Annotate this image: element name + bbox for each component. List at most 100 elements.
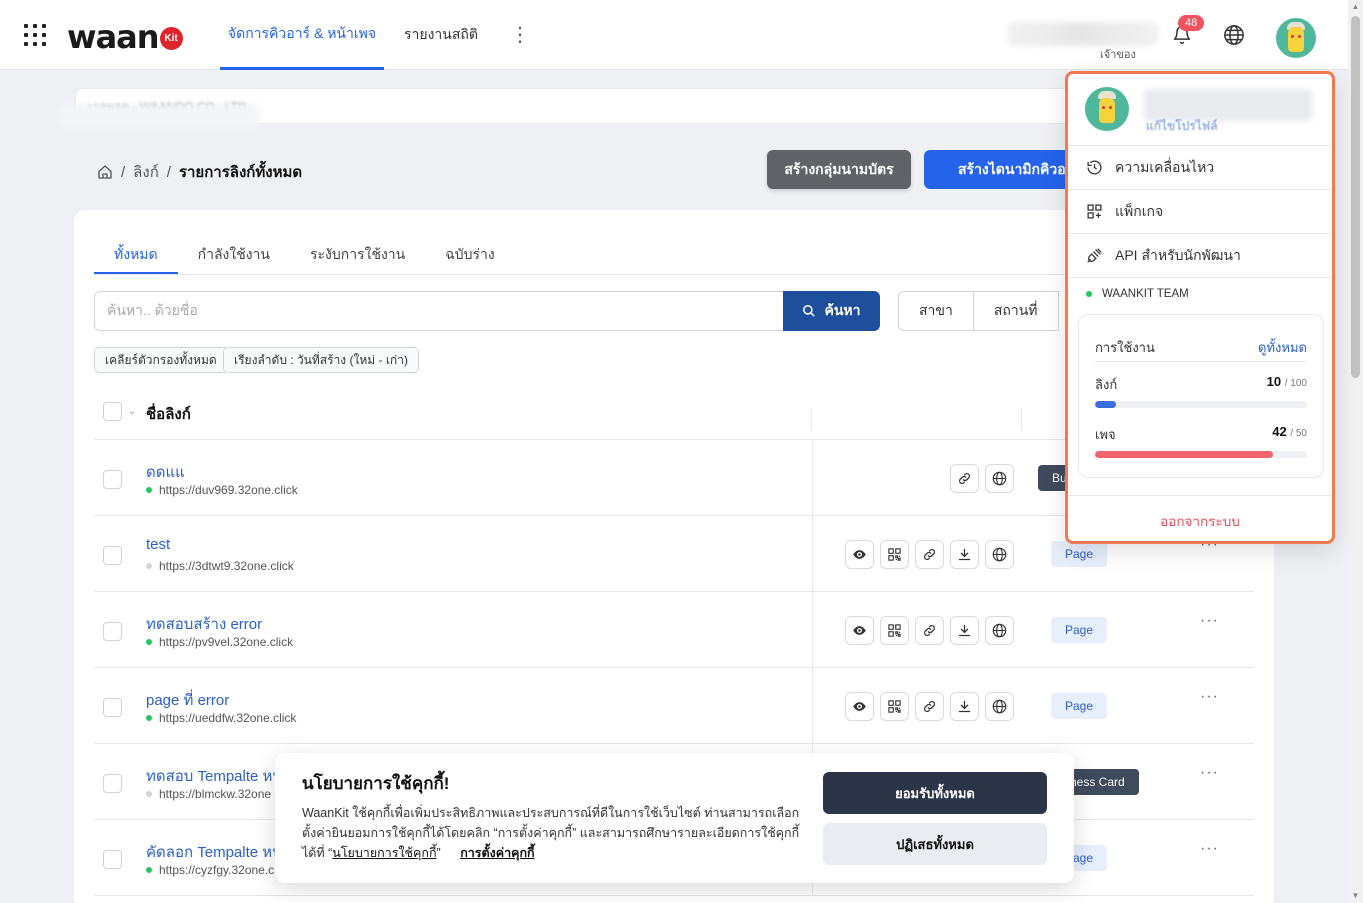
link-url: https://blmckw.32one bbox=[146, 787, 271, 801]
table-row[interactable]: ทดสอบสร้าง error https://pv9vel.32one.cli… bbox=[94, 592, 1254, 668]
usage-card: การใช้งาน ดูทั้งหมด ลิงก์ 10 / 100 เพจ 4… bbox=[1078, 314, 1324, 478]
nav-tab-statistics[interactable]: รายงานสถิติ bbox=[404, 0, 478, 70]
link-url-text[interactable]: https://duv969.32one.click bbox=[159, 483, 298, 497]
globe-button[interactable] bbox=[985, 464, 1014, 493]
cookie-body: WaanKit ใช้คุกกี้เพื่อเพิ่มประสิทธิภาพแล… bbox=[302, 803, 802, 863]
edit-profile-link[interactable]: แก้ไขโปรไฟล์ bbox=[1146, 117, 1218, 136]
create-dynamic-qr-button[interactable]: สร้างไดนามิกคิวอาร์ bbox=[924, 150, 1084, 189]
link-button[interactable] bbox=[915, 540, 944, 569]
link-name[interactable]: ดดแแ bbox=[146, 460, 185, 484]
row-checkbox[interactable] bbox=[103, 546, 122, 565]
link-button[interactable] bbox=[915, 616, 944, 645]
link-icon bbox=[922, 547, 937, 562]
logout-button[interactable]: ออกจากระบบ bbox=[1068, 510, 1332, 532]
cookie-settings-link[interactable]: การตั้งค่าคุกกี้ bbox=[460, 846, 534, 860]
eye-icon bbox=[852, 547, 867, 562]
scroll-up-arrow[interactable]: ▲ bbox=[1351, 2, 1360, 11]
link-name[interactable]: page ที่ error bbox=[146, 688, 229, 712]
filter-branch[interactable]: สาขา bbox=[899, 292, 974, 330]
select-all-checkbox[interactable] bbox=[103, 402, 122, 421]
cookie-banner: นโยบายการใช้คุกกี้! WaanKit ใช้คุกกี้เพื… bbox=[275, 753, 1074, 883]
notification-badge: 48 bbox=[1178, 15, 1205, 31]
clear-filters-chip[interactable]: เคลียร์ตัวกรองทั้งหมด bbox=[94, 347, 228, 373]
scrollbar-thumb[interactable] bbox=[1351, 16, 1360, 378]
download-button[interactable] bbox=[950, 540, 979, 569]
menu-item-package[interactable]: แพ็กเกจ bbox=[1068, 190, 1332, 234]
qr-code-icon bbox=[887, 623, 902, 638]
tab-suspended[interactable]: ระงับการใช้งาน bbox=[290, 232, 425, 275]
status-tabs: ทั้งหมด กำลังใช้งาน ระงับการใช้งาน ฉบับร… bbox=[94, 232, 515, 275]
link-name[interactable]: คัดลอก Tempalte หน้ bbox=[146, 840, 282, 864]
chevron-down-icon[interactable]: ⌄ bbox=[128, 406, 136, 417]
link-url-text[interactable]: https://ueddfw.32one.click bbox=[159, 711, 296, 725]
menu-item-label: API สำหรับนักพัฒนา bbox=[1115, 246, 1241, 263]
nav-tab-manage-qr[interactable]: จัดการคิวอาร์ & หน้าเพจ bbox=[220, 0, 384, 70]
row-checkbox[interactable] bbox=[103, 774, 122, 793]
link-url-text[interactable]: https://pv9vel.32one.click bbox=[159, 635, 293, 649]
sort-chip[interactable]: เรียงลำดับ : วันที่สร้าง (ใหม่ - เก่า) bbox=[223, 347, 419, 373]
team-status-dot bbox=[1086, 291, 1092, 297]
usage-divider bbox=[1095, 361, 1307, 362]
globe-button[interactable] bbox=[985, 616, 1014, 645]
row-checkbox[interactable] bbox=[103, 850, 122, 869]
qr-button[interactable] bbox=[880, 692, 909, 721]
more-horizontal-icon[interactable]: ··· bbox=[1200, 612, 1219, 630]
link-url-text[interactable]: https://3dtwt9.32one.click bbox=[159, 559, 294, 573]
links-usage-bar bbox=[1095, 401, 1307, 408]
eye-icon bbox=[852, 699, 867, 714]
eye-button[interactable] bbox=[845, 540, 874, 569]
reject-all-button[interactable]: ปฏิเสธทั้งหมด bbox=[823, 823, 1047, 865]
menu-item-activity[interactable]: ความเคลื่อนไหว bbox=[1068, 146, 1332, 190]
tab-all[interactable]: ทั้งหมด bbox=[94, 232, 178, 275]
user-avatar[interactable] bbox=[1276, 18, 1316, 58]
qr-button[interactable] bbox=[880, 540, 909, 569]
home-icon[interactable] bbox=[97, 164, 113, 180]
qr-button[interactable] bbox=[880, 616, 909, 645]
globe-button[interactable] bbox=[985, 540, 1014, 569]
globe-icon[interactable] bbox=[1223, 24, 1245, 46]
globe-button[interactable] bbox=[985, 692, 1014, 721]
filter-group: สาขา สถานที่ bbox=[898, 291, 1059, 331]
view-all-link[interactable]: ดูทั้งหมด bbox=[1258, 337, 1307, 358]
more-horizontal-icon[interactable]: ··· bbox=[1200, 764, 1219, 782]
more-horizontal-icon[interactable]: ··· bbox=[1200, 840, 1219, 858]
dropdown-header: แก้ไขโปรไฟล์ bbox=[1068, 74, 1332, 146]
eye-button[interactable] bbox=[845, 616, 874, 645]
search-button[interactable]: ค้นหา bbox=[783, 291, 880, 331]
more-vertical-icon[interactable]: ⋮ bbox=[510, 22, 530, 47]
link-button[interactable] bbox=[950, 464, 979, 493]
breadcrumb-links[interactable]: ลิงก์ bbox=[133, 160, 159, 184]
scroll-down-arrow[interactable]: ▼ bbox=[1351, 891, 1360, 900]
link-name[interactable]: ทดสอบสร้าง error bbox=[146, 612, 262, 636]
table-row[interactable]: page ที่ error https://ueddfw.32one.click… bbox=[94, 668, 1254, 744]
tab-draft[interactable]: ฉบับร่าง bbox=[425, 232, 515, 275]
search-input[interactable]: ค้นหา.. ด้วยชื่อ bbox=[94, 291, 784, 331]
globe-icon bbox=[992, 547, 1007, 562]
cookie-policy-link[interactable]: นโยบายการใช้คุกกี้ bbox=[332, 846, 436, 860]
filter-location[interactable]: สถานที่ bbox=[974, 292, 1059, 330]
breadcrumb-separator: / bbox=[166, 163, 171, 181]
menu-item-api[interactable]: API สำหรับนักพัฒนา bbox=[1068, 234, 1332, 278]
download-button[interactable] bbox=[950, 616, 979, 645]
column-divider bbox=[812, 516, 813, 592]
link-icon bbox=[922, 623, 937, 638]
row-checkbox[interactable] bbox=[103, 622, 122, 641]
tab-active[interactable]: กำลังใช้งาน bbox=[178, 232, 290, 275]
link-name[interactable]: test bbox=[146, 536, 170, 553]
eye-button[interactable] bbox=[845, 692, 874, 721]
download-button[interactable] bbox=[950, 692, 979, 721]
logo[interactable]: waan Kit bbox=[67, 18, 183, 56]
more-horizontal-icon[interactable]: ··· bbox=[1200, 688, 1219, 706]
row-checkbox[interactable] bbox=[103, 698, 122, 717]
link-button[interactable] bbox=[915, 692, 944, 721]
accept-all-button[interactable]: ยอมรับทั้งหมด bbox=[823, 772, 1047, 814]
create-card-group-button[interactable]: สร้างกลุ่มนามบัตร bbox=[767, 150, 911, 189]
column-divider bbox=[811, 408, 812, 430]
apps-grid-icon[interactable] bbox=[24, 24, 46, 46]
link-url-text[interactable]: https://cyzfgy.32one.c bbox=[159, 863, 274, 877]
link-name[interactable]: ทดสอบ Tempalte หน้ bbox=[146, 764, 283, 788]
row-checkbox[interactable] bbox=[103, 470, 122, 489]
link-url-text[interactable]: https://blmckw.32one bbox=[159, 787, 271, 801]
column-divider bbox=[812, 440, 813, 516]
link-url: https://pv9vel.32one.click bbox=[146, 635, 293, 649]
